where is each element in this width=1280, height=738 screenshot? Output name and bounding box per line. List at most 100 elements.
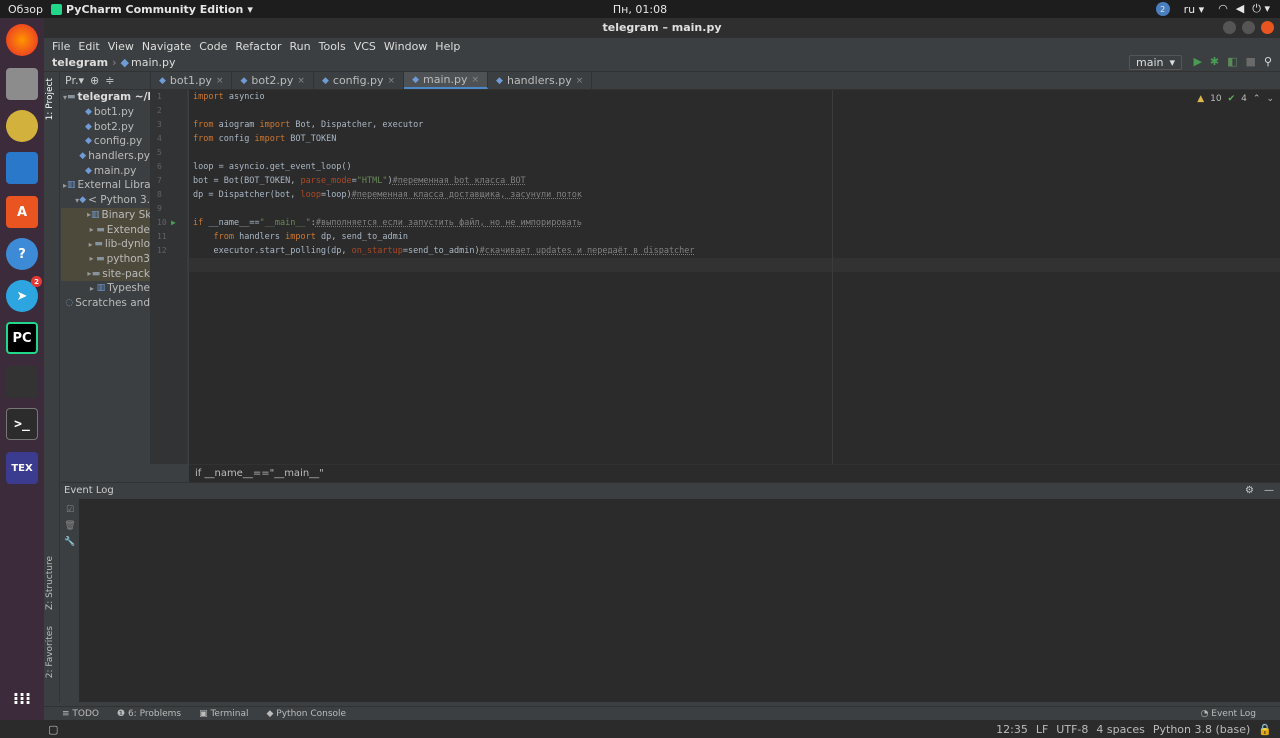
editor-tab[interactable]: ◆ config.py × — [314, 72, 405, 89]
code-line[interactable]: executor.start_polling(dp, on_startup=se… — [193, 244, 694, 258]
tree-item[interactable]: ▸ ▥ Typeshe — [61, 281, 150, 296]
structure-tool-tab[interactable]: Z: Structure — [45, 556, 55, 610]
system-tray[interactable]: ◠ ◀ ⏻ ▾ — [1218, 2, 1270, 16]
code-line[interactable]: from aiogram import Bot, Dispatcher, exe… — [193, 118, 695, 132]
indent-setting[interactable]: 4 spaces — [1096, 723, 1145, 736]
python-console-tool-button[interactable]: ◆ Python Console — [248, 709, 346, 719]
tree-item[interactable]: ▸ ▬ Extende — [61, 222, 150, 237]
maximize-button[interactable] — [1242, 21, 1255, 34]
menu-code[interactable]: Code — [195, 40, 231, 53]
stop-icon[interactable]: ■ — [1246, 55, 1256, 68]
breadcrumb-project[interactable]: telegram — [52, 56, 108, 69]
collapse-icon[interactable]: ≑ — [105, 74, 114, 87]
run-gutter-icon[interactable]: ▶ — [171, 216, 176, 230]
locate-icon[interactable]: ⊕ — [90, 74, 99, 87]
close-tab-icon[interactable]: × — [216, 76, 224, 86]
code-content[interactable]: import asyncio from aiogram import Bot, D… — [193, 90, 695, 258]
minimize-button[interactable] — [1223, 21, 1236, 34]
help-icon[interactable]: ? — [6, 238, 38, 270]
editor-tab[interactable]: ◆ handlers.py × — [488, 72, 593, 89]
tree-item[interactable]: ◆ bot2.py — [61, 119, 150, 134]
tree-item[interactable]: ▸ ▥ External Libra — [61, 178, 150, 193]
trash-icon[interactable]: 🗑 — [61, 521, 79, 531]
notification-icon[interactable]: 2 — [1155, 2, 1170, 16]
menu-file[interactable]: File — [48, 40, 74, 53]
code-line[interactable] — [193, 104, 695, 118]
coverage-icon[interactable]: ◧ — [1227, 55, 1237, 68]
menu-refactor[interactable]: Refactor — [231, 40, 285, 53]
menu-run[interactable]: Run — [286, 40, 315, 53]
caret-position[interactable]: 12:35 — [996, 723, 1028, 736]
menu-tools[interactable]: Tools — [315, 40, 350, 53]
rhythmbox-icon[interactable] — [6, 110, 38, 142]
code-line[interactable]: import asyncio — [193, 90, 695, 104]
tree-item[interactable]: ◆ handlers.py — [61, 149, 150, 164]
editor-tab[interactable]: ◆ bot1.py × — [151, 72, 233, 89]
pycharm-icon[interactable]: PC — [6, 322, 38, 354]
breadcrumb-file[interactable]: main.py — [131, 56, 175, 69]
tree-item[interactable]: ◆ bot1.py — [61, 105, 150, 120]
close-button[interactable] — [1261, 21, 1274, 34]
code-line[interactable]: from config import BOT_TOKEN — [193, 132, 695, 146]
file-encoding[interactable]: UTF-8 — [1056, 723, 1088, 736]
run-config-selector[interactable]: main ▾ — [1128, 55, 1182, 70]
editor-breadcrumb[interactable]: if __name__=="__main__" — [189, 464, 1280, 482]
close-tab-icon[interactable]: × — [297, 76, 305, 86]
expand-arrow-icon[interactable]: ▸ — [87, 225, 96, 234]
code-line[interactable]: loop = asyncio.get_event_loop() — [193, 160, 695, 174]
hide-icon[interactable]: — — [1264, 483, 1274, 499]
activities-button[interactable]: Обзор — [0, 3, 51, 16]
code-line[interactable]: bot = Bot(BOT_TOKEN, parse_mode="HTML")#… — [193, 174, 695, 188]
python-interpreter[interactable]: Python 3.8 (base) — [1153, 723, 1250, 736]
editor-tab[interactable]: ◆ main.py × — [404, 72, 489, 89]
show-apps-icon[interactable]: ⁝⁝⁝ — [6, 682, 38, 714]
tree-item[interactable]: ◌ Scratches and — [61, 296, 150, 311]
menu-edit[interactable]: Edit — [74, 40, 103, 53]
wrench-icon[interactable]: 🔧 — [61, 537, 79, 547]
inkscape-icon[interactable] — [6, 366, 38, 398]
tree-item[interactable]: ◆ main.py — [61, 163, 150, 178]
menu-window[interactable]: Window — [380, 40, 431, 53]
language-indicator[interactable]: ru ▾ — [1184, 3, 1205, 16]
tree-item[interactable]: ▸ ▥ Binary Sk — [61, 207, 150, 223]
code-line[interactable] — [193, 202, 695, 216]
close-tab-icon[interactable]: × — [472, 75, 480, 85]
tree-item[interactable]: ▾ ▬ telegram ~/P — [61, 90, 150, 105]
texmaker-icon[interactable]: TEX — [6, 452, 38, 484]
code-editor[interactable]: import asyncio from aiogram import Bot, D… — [189, 90, 1280, 464]
lock-icon[interactable]: 🔒 — [1258, 723, 1272, 736]
expand-arrow-icon[interactable]: ▸ — [87, 240, 94, 249]
mark-read-icon[interactable]: ☑ — [61, 505, 79, 515]
close-tab-icon[interactable]: × — [388, 76, 396, 86]
firefox-icon[interactable] — [6, 24, 38, 56]
code-line[interactable] — [193, 146, 695, 160]
expand-arrow-icon[interactable]: ▸ — [87, 284, 97, 293]
terminal-tool-button[interactable]: ▣ Terminal — [181, 709, 248, 719]
menu-navigate[interactable]: Navigate — [138, 40, 195, 53]
clock[interactable]: Пн, 01:08 — [613, 3, 667, 16]
chevron-up-icon[interactable]: ⌃ — [1253, 94, 1261, 104]
project-tool-tab[interactable]: 1: Project — [45, 78, 55, 120]
chevron-down-icon[interactable]: ⌄ — [1266, 94, 1274, 104]
tree-item[interactable]: ▸ ▬ python3 — [61, 251, 150, 267]
tree-item[interactable]: ▸ ▬ site-pack — [61, 266, 150, 281]
code-line[interactable]: if __name__=="__main__":#выполняется есл… — [193, 216, 695, 230]
tree-item[interactable]: ▸ ▬ lib-dynlo — [61, 236, 150, 252]
line-separator[interactable]: LF — [1036, 723, 1048, 736]
project-view-selector[interactable]: Pr.▾ — [65, 74, 84, 87]
event-log-tool-button[interactable]: ◔ Event Log — [1201, 709, 1256, 719]
todo-tool-button[interactable]: ≡ TODO — [44, 709, 99, 719]
app-menu[interactable]: PyCharm Community Edition ▾ — [51, 3, 253, 16]
code-line[interactable]: dp = Dispatcher(bot, loop=loop)#переменн… — [193, 188, 695, 202]
code-line[interactable]: from handlers import dp, send_to_admin — [193, 230, 695, 244]
terminal-icon[interactable]: >_ — [6, 408, 38, 440]
favorites-tool-tab[interactable]: 2: Favorites — [45, 626, 55, 678]
menu-help[interactable]: Help — [431, 40, 464, 53]
debug-icon[interactable]: ✱ — [1210, 55, 1219, 68]
close-tab-icon[interactable]: × — [576, 76, 584, 86]
menu-vcs[interactable]: VCS — [350, 40, 380, 53]
writer-icon[interactable] — [6, 152, 38, 184]
software-center-icon[interactable]: A — [6, 196, 38, 228]
tree-item[interactable]: ▾ ◆ < Python 3. — [61, 193, 150, 208]
search-icon[interactable]: ⚲ — [1264, 55, 1272, 68]
